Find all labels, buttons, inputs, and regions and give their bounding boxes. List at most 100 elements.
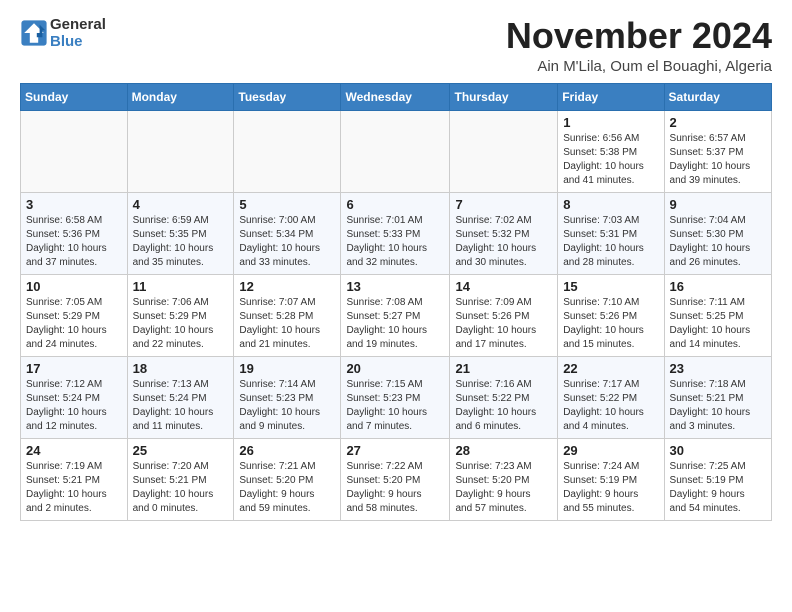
day-info: Sunrise: 7:23 AM Sunset: 5:20 PM Dayligh…: [455, 460, 552, 516]
day-info: Sunrise: 7:11 AM Sunset: 5:25 PM Dayligh…: [670, 296, 766, 352]
day-info: Sunrise: 7:10 AM Sunset: 5:26 PM Dayligh…: [563, 296, 658, 352]
day-number: 29: [563, 443, 658, 458]
calendar-cell: 13 Sunrise: 7:08 AM Sunset: 5:27 PM Dayli…: [341, 274, 450, 356]
day-number: 2: [670, 115, 766, 130]
day-number: 20: [346, 361, 444, 376]
calendar-week-row: 24 Sunrise: 7:19 AM Sunset: 5:21 PM Dayli…: [21, 438, 772, 520]
calendar-cell: 17Sunrise: 7:12 AM Sunset: 5:24 PM Dayli…: [21, 356, 128, 438]
calendar-cell: 24 Sunrise: 7:19 AM Sunset: 5:21 PM Dayli…: [21, 438, 128, 520]
weekday-header: Saturday: [664, 83, 771, 110]
day-number: 25: [133, 443, 229, 458]
day-number: 15: [563, 279, 658, 294]
day-info: Sunrise: 7:25 AM Sunset: 5:19 PM Dayligh…: [670, 460, 766, 516]
calendar-cell: 20 Sunrise: 7:15 AM Sunset: 5:23 PM Dayli…: [341, 356, 450, 438]
logo-icon: [20, 19, 48, 47]
day-info: Sunrise: 7:13 AM Sunset: 5:24 PM Dayligh…: [133, 378, 229, 434]
calendar-cell: 27 Sunrise: 7:22 AM Sunset: 5:20 PM Dayli…: [341, 438, 450, 520]
calendar-table: SundayMondayTuesdayWednesdayThursdayFrid…: [20, 83, 772, 521]
day-info: Sunrise: 6:57 AM Sunset: 5:37 PM Dayligh…: [670, 132, 766, 188]
location-subtitle: Ain M'Lila, Oum el Bouaghi, Algeria: [506, 58, 772, 75]
day-number: 24: [26, 443, 122, 458]
calendar-cell: 1Sunrise: 6:56 AM Sunset: 5:38 PM Daylig…: [558, 110, 664, 192]
day-number: 7: [455, 197, 552, 212]
day-number: 22: [563, 361, 658, 376]
day-number: 11: [133, 279, 229, 294]
day-number: 26: [239, 443, 335, 458]
day-number: 16: [670, 279, 766, 294]
calendar-cell: 7 Sunrise: 7:02 AM Sunset: 5:32 PM Daylig…: [450, 192, 558, 274]
calendar-cell: 5 Sunrise: 7:00 AM Sunset: 5:34 PM Daylig…: [234, 192, 341, 274]
day-info: Sunrise: 7:14 AM Sunset: 5:23 PM Dayligh…: [239, 378, 335, 434]
day-number: 18: [133, 361, 229, 376]
month-title: November 2024: [506, 16, 772, 56]
calendar-cell: 22 Sunrise: 7:17 AM Sunset: 5:22 PM Dayli…: [558, 356, 664, 438]
calendar-cell: 12 Sunrise: 7:07 AM Sunset: 5:28 PM Dayli…: [234, 274, 341, 356]
day-info: Sunrise: 7:16 AM Sunset: 5:22 PM Dayligh…: [455, 378, 552, 434]
calendar-cell: 15 Sunrise: 7:10 AM Sunset: 5:26 PM Dayli…: [558, 274, 664, 356]
calendar-week-row: 1Sunrise: 6:56 AM Sunset: 5:38 PM Daylig…: [21, 110, 772, 192]
logo-text: General Blue: [50, 16, 106, 50]
calendar-cell: 18 Sunrise: 7:13 AM Sunset: 5:24 PM Dayli…: [127, 356, 234, 438]
calendar-cell: 2 Sunrise: 6:57 AM Sunset: 5:37 PM Daylig…: [664, 110, 771, 192]
day-info: Sunrise: 7:22 AM Sunset: 5:20 PM Dayligh…: [346, 460, 444, 516]
day-info: Sunrise: 7:04 AM Sunset: 5:30 PM Dayligh…: [670, 214, 766, 270]
weekday-header: Wednesday: [341, 83, 450, 110]
day-info: Sunrise: 7:12 AM Sunset: 5:24 PM Dayligh…: [26, 378, 122, 434]
day-number: 28: [455, 443, 552, 458]
day-number: 14: [455, 279, 552, 294]
calendar-cell: 25Sunrise: 7:20 AM Sunset: 5:21 PM Dayli…: [127, 438, 234, 520]
day-number: 4: [133, 197, 229, 212]
day-info: Sunrise: 7:19 AM Sunset: 5:21 PM Dayligh…: [26, 460, 122, 516]
day-number: 27: [346, 443, 444, 458]
calendar-cell: [341, 110, 450, 192]
day-info: Sunrise: 7:00 AM Sunset: 5:34 PM Dayligh…: [239, 214, 335, 270]
day-info: Sunrise: 7:02 AM Sunset: 5:32 PM Dayligh…: [455, 214, 552, 270]
calendar-cell: [21, 110, 128, 192]
calendar-cell: 11 Sunrise: 7:06 AM Sunset: 5:29 PM Dayli…: [127, 274, 234, 356]
day-number: 6: [346, 197, 444, 212]
day-info: Sunrise: 7:01 AM Sunset: 5:33 PM Dayligh…: [346, 214, 444, 270]
day-info: Sunrise: 7:18 AM Sunset: 5:21 PM Dayligh…: [670, 378, 766, 434]
day-number: 13: [346, 279, 444, 294]
day-info: Sunrise: 7:05 AM Sunset: 5:29 PM Dayligh…: [26, 296, 122, 352]
day-info: Sunrise: 7:07 AM Sunset: 5:28 PM Dayligh…: [239, 296, 335, 352]
day-number: 1: [563, 115, 658, 130]
day-number: 12: [239, 279, 335, 294]
calendar-cell: 3Sunrise: 6:58 AM Sunset: 5:36 PM Daylig…: [21, 192, 128, 274]
logo: General Blue: [20, 16, 106, 50]
day-number: 10: [26, 279, 122, 294]
weekday-header: Tuesday: [234, 83, 341, 110]
calendar-cell: 30 Sunrise: 7:25 AM Sunset: 5:19 PM Dayli…: [664, 438, 771, 520]
calendar-cell: 10 Sunrise: 7:05 AM Sunset: 5:29 PM Dayli…: [21, 274, 128, 356]
calendar-cell: 26 Sunrise: 7:21 AM Sunset: 5:20 PM Dayli…: [234, 438, 341, 520]
day-info: Sunrise: 7:24 AM Sunset: 5:19 PM Dayligh…: [563, 460, 658, 516]
calendar-cell: 9 Sunrise: 7:04 AM Sunset: 5:30 PM Daylig…: [664, 192, 771, 274]
calendar-cell: [127, 110, 234, 192]
calendar-cell: [234, 110, 341, 192]
calendar-cell: 14 Sunrise: 7:09 AM Sunset: 5:26 PM Dayli…: [450, 274, 558, 356]
day-number: 9: [670, 197, 766, 212]
day-info: Sunrise: 7:08 AM Sunset: 5:27 PM Dayligh…: [346, 296, 444, 352]
weekday-header-row: SundayMondayTuesdayWednesdayThursdayFrid…: [21, 83, 772, 110]
calendar-week-row: 3Sunrise: 6:58 AM Sunset: 5:36 PM Daylig…: [21, 192, 772, 274]
day-info: Sunrise: 7:03 AM Sunset: 5:31 PM Dayligh…: [563, 214, 658, 270]
day-info: Sunrise: 7:21 AM Sunset: 5:20 PM Dayligh…: [239, 460, 335, 516]
day-info: Sunrise: 7:17 AM Sunset: 5:22 PM Dayligh…: [563, 378, 658, 434]
calendar-cell: 6 Sunrise: 7:01 AM Sunset: 5:33 PM Daylig…: [341, 192, 450, 274]
day-info: Sunrise: 7:15 AM Sunset: 5:23 PM Dayligh…: [346, 378, 444, 434]
day-number: 19: [239, 361, 335, 376]
calendar-week-row: 17Sunrise: 7:12 AM Sunset: 5:24 PM Dayli…: [21, 356, 772, 438]
day-info: Sunrise: 6:59 AM Sunset: 5:35 PM Dayligh…: [133, 214, 229, 270]
calendar-cell: 16 Sunrise: 7:11 AM Sunset: 5:25 PM Dayli…: [664, 274, 771, 356]
calendar-cell: 8Sunrise: 7:03 AM Sunset: 5:31 PM Daylig…: [558, 192, 664, 274]
calendar-cell: [450, 110, 558, 192]
calendar-cell: 21Sunrise: 7:16 AM Sunset: 5:22 PM Dayli…: [450, 356, 558, 438]
day-number: 30: [670, 443, 766, 458]
day-info: Sunrise: 7:06 AM Sunset: 5:29 PM Dayligh…: [133, 296, 229, 352]
day-info: Sunrise: 7:09 AM Sunset: 5:26 PM Dayligh…: [455, 296, 552, 352]
weekday-header: Thursday: [450, 83, 558, 110]
day-number: 5: [239, 197, 335, 212]
title-block: November 2024 Ain M'Lila, Oum el Bouaghi…: [506, 16, 772, 75]
calendar-cell: 4 Sunrise: 6:59 AM Sunset: 5:35 PM Daylig…: [127, 192, 234, 274]
weekday-header: Monday: [127, 83, 234, 110]
